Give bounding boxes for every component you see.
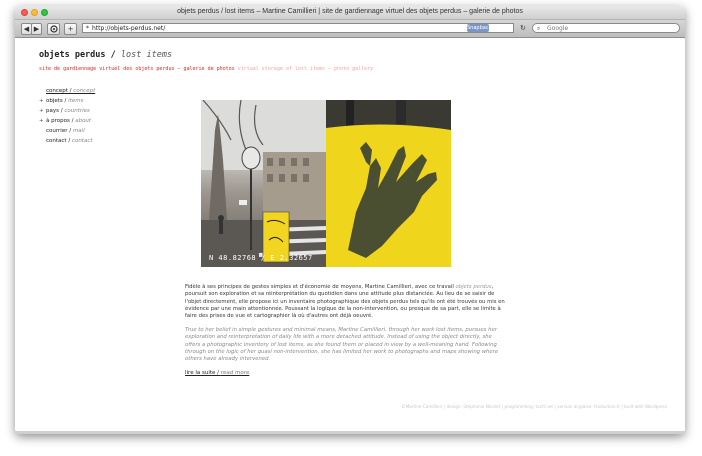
street-scene-graphic — [201, 100, 326, 267]
forward-button[interactable]: ▶ — [31, 23, 42, 35]
browser-window: objets perdus / lost items – Martine Cam… — [15, 6, 685, 434]
nav-item-contact[interactable]: contact / contact — [39, 136, 95, 146]
read-more-fr: lire la suite / — [185, 370, 219, 376]
gps-coordinates: N 48.82768 / E 2.32657 — [209, 254, 313, 262]
nav-item-label: objets / — [46, 98, 67, 104]
add-bookmark-button[interactable]: + — [64, 23, 77, 35]
window-title: objets perdus / lost items – Martine Cam… — [177, 8, 523, 15]
page-content: objets perdus / lost items site de gardi… — [15, 38, 685, 434]
nav-item-mail[interactable]: courrier / mail — [39, 126, 95, 136]
site-title-en: lost items — [120, 50, 173, 60]
site-title-fr: objets perdus / — [39, 50, 116, 60]
street-photo — [201, 100, 326, 267]
lost-item-photo[interactable]: N 48.82768 / E 2.32657 — [201, 100, 451, 267]
objets-perdus-link[interactable]: objets perdus — [455, 284, 491, 290]
site-footer: ©Martine Camillieri | design: Stéphanie … — [401, 404, 667, 409]
read-more-link[interactable]: lire la suite / read more — [185, 370, 249, 376]
subtitle-en: virtual storage of lost items – photo ga… — [237, 66, 374, 72]
nav-item-countries[interactable]: + pays / countries — [39, 106, 95, 116]
nav-item-about[interactable]: + à propos / about — [39, 116, 95, 126]
description-fr: Fidèle à ses principes de gestes simples… — [185, 284, 505, 320]
reload-icon[interactable]: ↻ — [520, 23, 528, 33]
site-subtitle: site de gardiennage virtuel des objets p… — [39, 66, 373, 72]
read-more-en: read more — [220, 370, 250, 376]
search-input[interactable]: ⌕ Google — [532, 23, 680, 33]
snapback-button[interactable]: Snapback — [467, 24, 491, 32]
expand-icon[interactable]: + — [39, 106, 44, 116]
subtitle-fr: site de gardiennage virtuel des objets p… — [39, 66, 235, 72]
nav-item-label-en: items — [68, 98, 84, 104]
nav-item-label-en: mail — [72, 128, 85, 134]
browser-toolbar: ◀ ▶ + * http://objets-perdus.net/ Snapbac… — [15, 20, 685, 38]
nav-item-label: contact / — [46, 138, 71, 144]
nav-item-label-en: concept — [73, 88, 96, 94]
url-text: http://objets-perdus.net/ — [92, 25, 166, 32]
nav-item-items[interactable]: + objets / items — [39, 96, 95, 106]
nav-item-label-en: about — [75, 118, 92, 124]
description-fr-text: Fidèle à ses principes de gestes simples… — [185, 284, 454, 290]
address-bar[interactable]: * http://objets-perdus.net/ — [82, 23, 514, 33]
nav-item-label: pays / — [46, 108, 63, 114]
nav-item-label: concept / — [46, 88, 72, 94]
nav-item-label: courrier / — [46, 128, 72, 134]
window-bottom-bar — [15, 431, 685, 434]
expand-icon[interactable]: + — [39, 116, 44, 126]
title-bar: objets perdus / lost items – Martine Cam… — [15, 6, 685, 20]
stop-button[interactable] — [47, 23, 60, 35]
site-title[interactable]: objets perdus / lost items — [39, 50, 172, 60]
nav-item-concept[interactable]: concept / concept — [39, 86, 95, 96]
glove-photo — [326, 100, 451, 267]
glove-graphic — [326, 100, 451, 267]
stop-icon — [49, 25, 58, 33]
expand-icon[interactable]: + — [39, 96, 44, 106]
nav-item-label: à propos / — [46, 118, 74, 124]
search-icon: ⌕ — [537, 25, 541, 32]
nav-item-label-en: countries — [64, 108, 90, 114]
nav-item-label-en: contact — [71, 138, 93, 144]
search-placeholder: Google — [547, 25, 569, 32]
description-en: True to her belief in simple gestures an… — [185, 327, 499, 363]
site-nav: concept / concept + objets / items + pay… — [39, 86, 95, 146]
